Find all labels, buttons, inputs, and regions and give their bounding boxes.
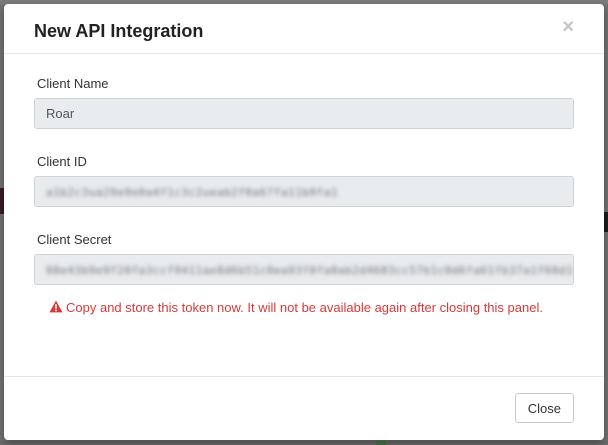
client-id-label: Client ID [37,154,87,169]
modal-body: Client Name Roar Client ID a1b2c3ua29e9e… [4,54,604,376]
modal-footer: Close [4,376,604,440]
modal-header: New API Integration × [4,4,604,54]
client-name-label: Client Name [37,76,109,91]
background-edge-right [604,212,608,232]
api-integration-modal: New API Integration × Client Name Roar C… [4,4,604,440]
warning-text: Copy and store this token now. It will n… [66,300,543,315]
client-name-field[interactable]: Roar [34,98,574,129]
close-icon[interactable]: × [562,16,574,38]
modal-title: New API Integration [34,21,204,41]
client-id-field[interactable]: a1b2c3ua29e9e0a4f1c3c2ueab2f0a67fa11b9fa… [34,176,574,207]
background-bottom-marker [376,441,386,445]
client-secret-field[interactable]: 08e43b9e9f20fa3ccf9411ae8d6b51c0ea93f0fa… [34,254,574,285]
client-secret-label: Client Secret [37,232,112,247]
client-id-value: a1b2c3ua29e9e0a4f1c3c2ueab2f0a67fa11b9fa… [46,186,339,199]
client-name-value: Roar [46,106,75,121]
warning-triangle-icon [49,300,63,313]
client-secret-value: 08e43b9e9f20fa3ccf9411ae8d6b51c0ea93f0fa… [46,264,574,277]
token-warning: Copy and store this token now. It will n… [49,300,543,316]
close-button[interactable]: Close [514,393,574,423]
background-bottom-strip [0,441,608,445]
